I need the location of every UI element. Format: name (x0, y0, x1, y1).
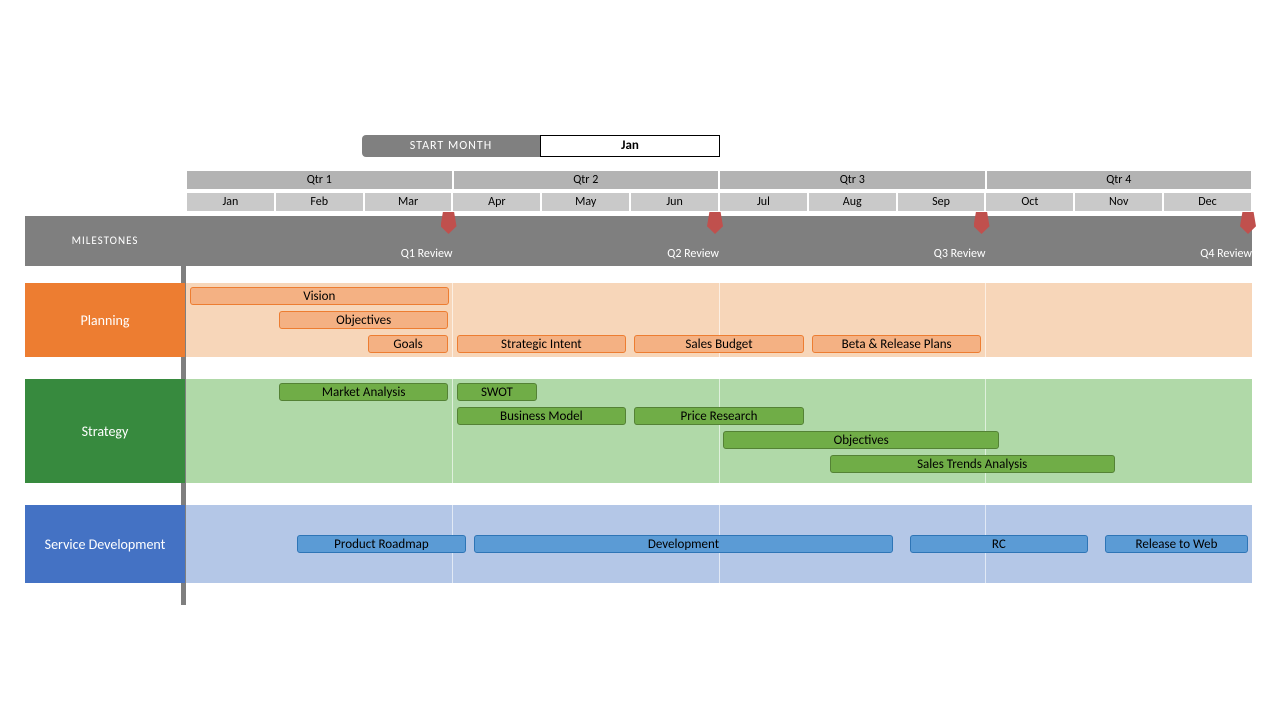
lane-label: Service Development (25, 505, 185, 583)
month-cell: Mar (364, 192, 453, 212)
lane-label: Planning (25, 283, 185, 357)
month-cell: Aug (808, 192, 897, 212)
lane-label: Strategy (25, 379, 185, 483)
milestone-label: Q2 Review (667, 247, 719, 261)
task-bar: Release to Web (1105, 535, 1248, 553)
milestone-label: Q3 Review (934, 247, 986, 261)
task-bar: Business Model (457, 407, 627, 425)
quarter-cell: Qtr 3 (719, 170, 986, 190)
month-cell: Sep (897, 192, 986, 212)
task-bar: Goals (368, 335, 449, 353)
month-cell: Jul (719, 192, 808, 212)
task-bar: SWOT (457, 383, 538, 401)
milestone-pin-icon (441, 212, 457, 234)
quarter-header: Qtr 1Qtr 2Qtr 3Qtr 4 (186, 170, 1252, 190)
month-cell: Dec (1163, 192, 1252, 212)
start-month-value[interactable]: Jan (540, 135, 720, 157)
task-bar: Sales Budget (634, 335, 804, 353)
quarter-cell: Qtr 4 (986, 170, 1253, 190)
milestone-pin-icon (1240, 212, 1256, 234)
milestone-pin-icon (974, 212, 990, 234)
lane-body: Product Roadmap Development RC Release to W… (186, 505, 1252, 583)
task-bar: Product Roadmap (297, 535, 467, 553)
task-bar: Development (474, 535, 892, 553)
month-cell: Oct (985, 192, 1074, 212)
milestone-pin-icon (707, 212, 723, 234)
task-bar: Beta & Release Plans (812, 335, 982, 353)
month-cell: Jun (630, 192, 719, 212)
lane-body: Vision Objectives Goals Strategic Intent Sal… (186, 283, 1252, 357)
milestones-row: MILESTONES Q1 Review Q2 Review Q3 Review Q4… (25, 216, 1252, 266)
milestone-label: Q1 Review (401, 247, 453, 261)
task-bar: Market Analysis (279, 383, 449, 401)
quarter-cell: Qtr 1 (186, 170, 453, 190)
milestone: Q4 Review (1162, 216, 1252, 266)
roadmap: START MONTH Jan Qtr 1Qtr 2Qtr 3Qtr 4 Jan… (0, 0, 1280, 720)
lane-body: Market Analysis SWOT Business Model Price R… (186, 379, 1252, 483)
month-cell: May (541, 192, 630, 212)
month-cell: Feb (275, 192, 364, 212)
task-bar: Price Research (634, 407, 804, 425)
task-bar: Vision (190, 287, 449, 305)
task-bar: Objectives (723, 431, 999, 449)
start-month-selector: START MONTH Jan (362, 135, 720, 157)
task-bar: Strategic Intent (457, 335, 627, 353)
month-cell: Apr (452, 192, 541, 212)
task-bar: RC (910, 535, 1089, 553)
month-cell: Jan (186, 192, 275, 212)
start-month-label: START MONTH (362, 135, 540, 157)
milestone-label: Q4 Review (1200, 247, 1252, 261)
milestones-label: MILESTONES (25, 216, 185, 266)
task-bar: Objectives (279, 311, 449, 329)
task-bar: Sales Trends Analysis (830, 455, 1115, 473)
quarter-cell: Qtr 2 (453, 170, 720, 190)
month-header: JanFebMarAprMayJunJulAugSepOctNovDec (186, 192, 1252, 212)
month-cell: Nov (1074, 192, 1163, 212)
milestone: Q2 Review (629, 216, 719, 266)
milestone: Q3 Review (896, 216, 986, 266)
milestone: Q1 Review (363, 216, 453, 266)
